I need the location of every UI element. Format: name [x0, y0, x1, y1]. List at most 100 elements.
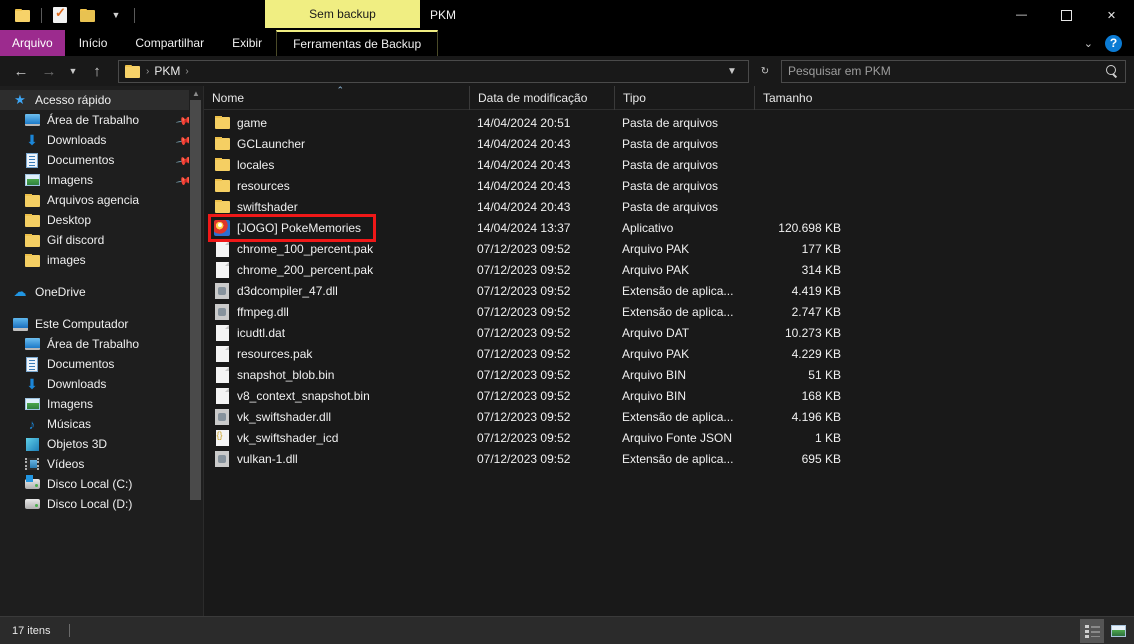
status-divider	[68, 624, 70, 637]
sidebar-item-acesso-rapido[interactable]: ★ Acesso rápido	[0, 90, 203, 110]
table-row[interactable]: vk_swiftshader.dll 07/12/2023 09:52 Extens…	[204, 406, 1134, 427]
chevron-down-icon[interactable]: ⌄	[1078, 37, 1099, 50]
file-name-cell[interactable]: snapshot_blob.bin	[204, 366, 469, 383]
file-type-cell: Pasta de arquivos	[622, 199, 719, 214]
file-name-cell[interactable]: v8_context_snapshot.bin	[204, 387, 469, 404]
recent-locations-dropdown-icon[interactable]: ▼	[64, 59, 82, 83]
sidebar-item-pc-videos[interactable]: Vídeos	[0, 454, 203, 474]
file-explorer-window: ▼ Sem backup PKM — ✕ Arquivo Início Comp…	[0, 0, 1134, 644]
table-row[interactable]: locales 14/04/2024 20:43 Pasta de arquivos	[204, 154, 1134, 175]
column-header-nome[interactable]: ⌃ Nome	[204, 85, 469, 110]
column-header-tipo[interactable]: Tipo	[614, 85, 754, 110]
folder-icon[interactable]	[10, 3, 36, 27]
search-box[interactable]	[781, 59, 1126, 83]
table-row[interactable]: chrome_200_percent.pak 07/12/2023 09:52 Ar…	[204, 259, 1134, 280]
forward-button[interactable]: →	[36, 59, 62, 83]
table-row[interactable]: snapshot_blob.bin 07/12/2023 09:52 Arquivo…	[204, 364, 1134, 385]
file-name-cell[interactable]: chrome_200_percent.pak	[204, 261, 469, 278]
tab-exibir[interactable]: Exibir	[218, 30, 276, 56]
breadcrumb-separator[interactable]: ›	[185, 66, 188, 77]
table-row[interactable]: vk_swiftshader_icd 07/12/2023 09:52 Arquiv…	[204, 427, 1134, 448]
file-name-cell[interactable]: [JOGO] PokeMemories	[204, 219, 469, 236]
properties-icon[interactable]	[47, 3, 73, 27]
search-icon[interactable]	[1106, 64, 1119, 78]
sidebar-item-imagens[interactable]: Imagens 📌	[0, 170, 203, 190]
tab-compartilhar[interactable]: Compartilhar	[121, 30, 218, 56]
file-type-cell: Aplicativo	[622, 220, 674, 235]
file-name-cell[interactable]: game	[204, 115, 469, 131]
table-row[interactable]: v8_context_snapshot.bin 07/12/2023 09:52 A…	[204, 385, 1134, 406]
sidebar-item-desktop[interactable]: Desktop	[0, 210, 203, 230]
sidebar-item-disco-local-d[interactable]: Disco Local (D:)	[0, 494, 203, 514]
sidebar-item-arquivos-agencia[interactable]: Arquivos agencia	[0, 190, 203, 210]
sidebar-item-label: Documentos	[47, 153, 115, 167]
column-header-data-modificacao[interactable]: Data de modificação	[469, 85, 614, 110]
help-icon[interactable]: ?	[1105, 34, 1122, 52]
scrollbar-thumb[interactable]	[190, 100, 201, 500]
column-header-tamanho[interactable]: Tamanho	[754, 85, 849, 110]
sidebar-item-pc-area-de-trabalho[interactable]: Área de Trabalho	[0, 334, 203, 354]
file-name-cell[interactable]: chrome_100_percent.pak	[204, 240, 469, 257]
breadcrumb-item-pkm[interactable]: PKM	[154, 64, 180, 78]
sidebar-item-documentos[interactable]: Documentos 📌	[0, 150, 203, 170]
file-name-cell[interactable]: d3dcompiler_47.dll	[204, 282, 469, 299]
sidebar-item-pc-imagens[interactable]: Imagens	[0, 394, 203, 414]
column-label: Nome	[212, 90, 245, 105]
sidebar-item-disco-local-c[interactable]: Disco Local (C:)	[0, 474, 203, 494]
file-name-cell[interactable]: resources.pak	[204, 345, 469, 362]
minimize-button[interactable]: —	[999, 0, 1044, 30]
sidebar-item-gif-discord[interactable]: Gif discord	[0, 230, 203, 250]
refresh-icon[interactable]: ↻	[755, 60, 775, 83]
tab-inicio[interactable]: Início	[65, 30, 122, 56]
sidebar-item-images[interactable]: images	[0, 250, 203, 270]
maximize-button[interactable]	[1044, 0, 1089, 30]
back-button[interactable]: ←	[8, 59, 34, 83]
window-controls: — ✕	[999, 0, 1134, 30]
close-button[interactable]: ✕	[1089, 0, 1134, 30]
table-row[interactable]: swiftshader 14/04/2024 20:43 Pasta de arqu…	[204, 196, 1134, 217]
sidebar-item-este-computador[interactable]: Este Computador	[0, 314, 203, 334]
table-row[interactable]: resources 14/04/2024 20:43 Pasta de arquiv…	[204, 175, 1134, 196]
file-name-cell[interactable]: vulkan-1.dll	[204, 450, 469, 467]
file-name-label: vk_swiftshader.dll	[237, 409, 332, 424]
details-view-button[interactable]	[1080, 619, 1104, 643]
sidebar-item-label: Acesso rápido	[35, 93, 112, 107]
file-name-cell[interactable]: GCLauncher	[204, 136, 469, 152]
file-name-cell[interactable]: ffmpeg.dll	[204, 303, 469, 320]
scroll-up-icon[interactable]: ▲	[189, 86, 203, 100]
table-row[interactable]: ffmpeg.dll 07/12/2023 09:52 Extensão de ap…	[204, 301, 1134, 322]
sidebar-item-pc-documentos[interactable]: Documentos	[0, 354, 203, 374]
table-row[interactable]: game 14/04/2024 20:51 Pasta de arquivos	[204, 112, 1134, 133]
sidebar-item-area-de-trabalho[interactable]: Área de Trabalho 📌	[0, 110, 203, 130]
file-name-cell[interactable]: locales	[204, 157, 469, 173]
table-row[interactable]: d3dcompiler_47.dll 07/12/2023 09:52 Extens…	[204, 280, 1134, 301]
sidebar-item-downloads[interactable]: ⬇ Downloads 📌	[0, 130, 203, 151]
table-row[interactable]: chrome_100_percent.pak 07/12/2023 09:52 Ar…	[204, 238, 1134, 259]
large-icons-view-button[interactable]	[1106, 619, 1130, 643]
tab-ferramentas-de-backup[interactable]: Ferramentas de Backup	[276, 30, 439, 56]
file-name-cell[interactable]: vk_swiftshader_icd	[204, 429, 469, 446]
table-row[interactable]: icudtl.dat 07/12/2023 09:52 Arquivo DAT 10.…	[204, 322, 1134, 343]
tab-arquivo[interactable]: Arquivo	[0, 30, 65, 56]
new-folder-icon[interactable]	[75, 3, 101, 27]
file-icon	[214, 345, 230, 362]
table-row[interactable]: GCLauncher 14/04/2024 20:43 Pasta de arqui…	[204, 133, 1134, 154]
sidebar-item-pc-objetos-3d[interactable]: Objetos 3D	[0, 434, 203, 454]
sidebar-item-pc-downloads[interactable]: ⬇ Downloads	[0, 374, 203, 394]
sidebar-item-onedrive[interactable]: ☁ OneDrive	[0, 282, 203, 302]
file-type-cell: Arquivo DAT	[622, 325, 690, 340]
table-row[interactable]: resources.pak 07/12/2023 09:52 Arquivo PAK…	[204, 343, 1134, 364]
up-button[interactable]: ↑	[84, 59, 110, 83]
customize-qat-dropdown-icon[interactable]: ▼	[103, 3, 129, 27]
table-row[interactable]: vulkan-1.dll 07/12/2023 09:52 Extensão de …	[204, 448, 1134, 469]
sidebar-scrollbar[interactable]: ▲	[189, 86, 203, 616]
file-name-cell[interactable]: resources	[204, 178, 469, 194]
table-row[interactable]: [JOGO] PokeMemories 14/04/2024 13:37 Aplic…	[204, 217, 1134, 238]
search-input[interactable]	[788, 64, 1102, 78]
address-history-dropdown-icon[interactable]: ▼	[722, 60, 742, 83]
sidebar-item-pc-musicas[interactable]: ♪ Músicas	[0, 414, 203, 434]
breadcrumb[interactable]: › PKM › ▼	[118, 59, 749, 83]
file-name-cell[interactable]: swiftshader	[204, 199, 469, 215]
file-name-cell[interactable]: icudtl.dat	[204, 324, 469, 341]
file-name-cell[interactable]: vk_swiftshader.dll	[204, 408, 469, 425]
